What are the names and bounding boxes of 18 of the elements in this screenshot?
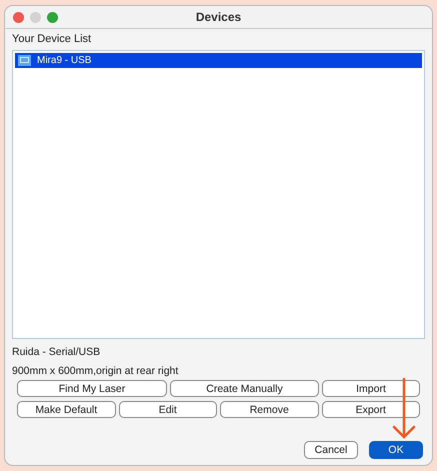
list-label: Your Device List <box>12 33 92 45</box>
device-item[interactable]: Mira9 - USB <box>15 53 422 68</box>
ok-button[interactable]: OK <box>369 441 423 459</box>
zoom-icon[interactable] <box>47 12 58 23</box>
action-button[interactable]: Create Manually <box>170 380 319 397</box>
close-icon[interactable] <box>13 12 24 23</box>
action-button[interactable]: Import <box>322 380 420 397</box>
cancel-button[interactable]: Cancel <box>304 441 358 459</box>
action-button[interactable]: Remove <box>220 401 318 418</box>
device-icon <box>18 55 31 66</box>
action-button[interactable]: Export <box>322 401 420 418</box>
device-info-text: Ruida - Serial/USB <box>12 346 102 358</box>
arrow-annotation <box>392 378 416 440</box>
device-info-text: 900mm x 600mm,origin at rear right <box>12 365 180 377</box>
action-button[interactable]: Find My Laser <box>17 380 167 397</box>
action-button[interactable]: Edit <box>118 401 217 418</box>
window-title: Devices <box>196 10 242 24</box>
action-button[interactable]: Make Default <box>17 401 116 418</box>
